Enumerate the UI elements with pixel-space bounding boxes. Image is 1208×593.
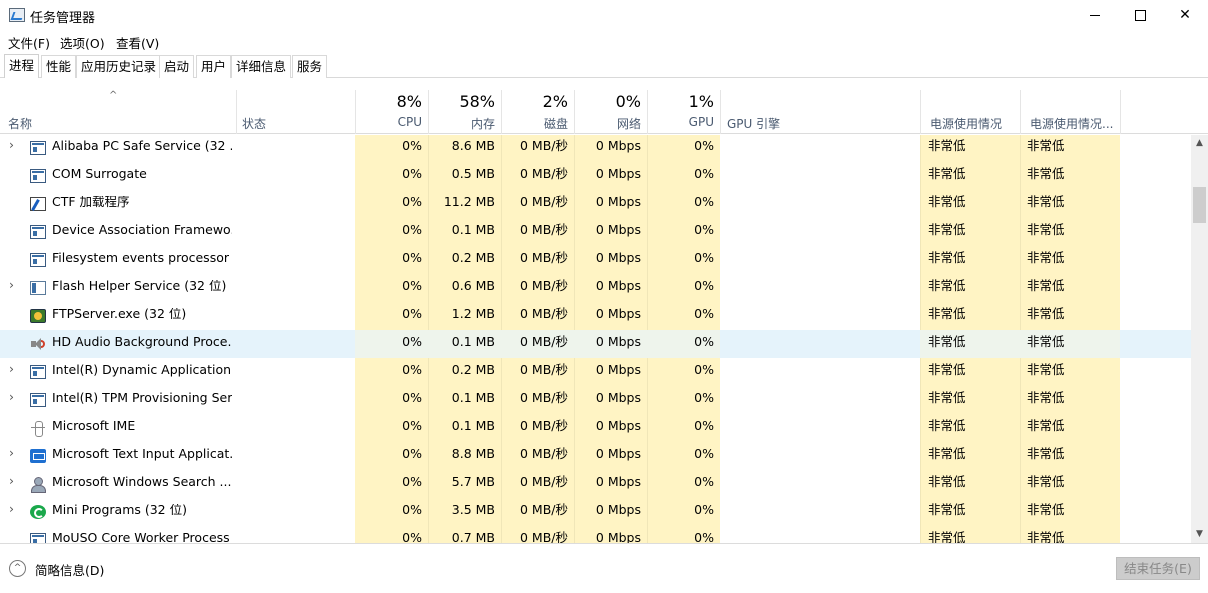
gpu-cell: 0% <box>694 530 714 543</box>
power-trend-cell: 非常低 <box>1027 530 1065 543</box>
tab-services[interactable]: 服务 <box>292 55 328 78</box>
header-cpu[interactable]: CPU <box>356 115 422 129</box>
header-memory[interactable]: 内存 <box>429 115 495 132</box>
maximize-button[interactable] <box>1117 0 1163 30</box>
header-power-usage[interactable]: 电源使用情况 <box>930 115 1002 132</box>
header-power-usage-trend[interactable]: 电源使用情况... <box>1030 115 1113 132</box>
menu-file[interactable]: 文件(F) <box>8 33 50 52</box>
power-usage-cell: 非常低 <box>928 530 966 543</box>
flash-icon <box>30 281 46 295</box>
window-icon <box>30 225 46 239</box>
cpu-cell: 0% <box>402 530 422 543</box>
process-row[interactable]: › Microsoft Windows Search ... 0% 5.7 MB 0 M… <box>0 470 1191 498</box>
header-network[interactable]: 网络 <box>575 115 641 132</box>
header-status[interactable]: 状态 <box>242 115 266 132</box>
minimize-button[interactable] <box>1072 0 1118 30</box>
header-divider <box>236 90 237 134</box>
process-row[interactable]: › Mini Programs (32 位) 0% 3.5 MB 0 MB/秒 0 Mbp… <box>0 498 1191 526</box>
scroll-down-icon[interactable]: ▼ <box>1191 526 1208 543</box>
header-network-percent[interactable]: 0% <box>575 92 641 111</box>
scroll-up-icon[interactable]: ▲ <box>1191 135 1208 152</box>
header-divider <box>1020 90 1021 134</box>
end-task-button[interactable]: 结束任务(E) <box>1116 557 1200 580</box>
header-divider <box>920 90 921 134</box>
task-manager-icon <box>9 8 25 22</box>
speaker-icon <box>30 337 46 351</box>
menu-bar: 文件(F) 选项(O) 查看(V) <box>0 30 1208 52</box>
menu-view[interactable]: 查看(V) <box>116 33 159 52</box>
ime-icon <box>30 421 46 437</box>
mini-programs-icon <box>30 505 46 519</box>
header-divider <box>1120 90 1121 134</box>
process-row[interactable]: › Microsoft Text Input Applicat... 0% 8.8 M… <box>0 442 1191 470</box>
tab-users[interactable]: 用户 <box>196 55 232 78</box>
network-cell: 0 Mbps <box>595 530 641 543</box>
header-cpu-percent[interactable]: 8% <box>356 92 422 111</box>
process-list: › Alibaba PC Safe Service (32 ... 0% 8.6 MB… <box>0 135 1191 543</box>
window-icon <box>30 533 46 543</box>
sort-ascending-icon: ^ <box>109 90 118 101</box>
tab-details[interactable]: 详细信息 <box>231 55 292 78</box>
process-row[interactable]: Device Association Framewo... 0% 0.1 MB 0 M… <box>0 218 1191 246</box>
tab-performance[interactable]: 性能 <box>41 55 77 78</box>
tab-startup[interactable]: 启动 <box>159 55 195 78</box>
process-row[interactable]: HD Audio Background Proce... 0% 0.1 MB 0 MB… <box>0 330 1191 358</box>
fewer-details-link[interactable]: 简略信息(D) <box>35 560 104 579</box>
process-row[interactable]: COM Surrogate 0% 0.5 MB 0 MB/秒 0 Mbps 0% 非常低 非常… <box>0 162 1191 190</box>
process-row[interactable]: FTPServer.exe (32 位) 0% 1.2 MB 0 MB/秒 0 Mbps… <box>0 302 1191 330</box>
header-disk-percent[interactable]: 2% <box>502 92 568 111</box>
tab-processes[interactable]: 进程 <box>4 54 40 78</box>
header-gpu[interactable]: GPU <box>648 115 714 129</box>
window-icon <box>30 365 46 379</box>
chevron-up-icon[interactable]: ^ <box>9 560 26 577</box>
process-row[interactable]: › Flash Helper Service (32 位) 0% 0.6 MB 0 MB… <box>0 274 1191 302</box>
process-row[interactable]: › Alibaba PC Safe Service (32 ... 0% 8.6 MB… <box>0 135 1191 162</box>
process-row[interactable]: › Intel(R) Dynamic Application ... 0% 0.2 M… <box>0 358 1191 386</box>
close-button[interactable]: ✕ <box>1162 0 1208 30</box>
footer-bar: ^ 简略信息(D) 结束任务(E) <box>0 543 1208 593</box>
vertical-scrollbar[interactable]: ▲ ▼ <box>1191 135 1208 543</box>
header-memory-percent[interactable]: 58% <box>429 92 495 111</box>
title-bar: 任务管理器 ✕ <box>0 0 1208 30</box>
process-row[interactable]: MoUSO Core Worker Process 0% 0.7 MB 0 MB/秒 0… <box>0 526 1191 543</box>
search-user-icon <box>30 477 46 493</box>
window-icon <box>30 169 46 183</box>
tab-bar: 进程 性能 应用历史记录 启动 用户 详细信息 服务 <box>0 54 1208 78</box>
disk-cell: 0 MB/秒 <box>520 530 568 543</box>
process-row[interactable]: › Intel(R) TPM Provisioning Ser... 0% 0.1 M… <box>0 386 1191 414</box>
process-row[interactable]: CTF 加载程序 0% 11.2 MB 0 MB/秒 0 Mbps 0% 非常低 非常低 <box>0 190 1191 218</box>
header-disk[interactable]: 磁盘 <box>502 115 568 132</box>
header-gpu-engine[interactable]: GPU 引擎 <box>727 115 780 132</box>
ftp-icon <box>30 309 46 323</box>
window-icon <box>30 393 46 407</box>
window-icon <box>30 253 46 267</box>
keyboard-icon <box>30 449 46 463</box>
window-icon <box>30 141 46 155</box>
scroll-thumb[interactable] <box>1193 187 1206 223</box>
window-title: 任务管理器 <box>30 11 96 26</box>
process-row[interactable]: Filesystem events processor 0% 0.2 MB 0 MB/… <box>0 246 1191 274</box>
ctf-icon <box>30 197 46 211</box>
process-row[interactable]: Microsoft IME 0% 0.1 MB 0 MB/秒 0 Mbps 0% 非常低 非常… <box>0 414 1191 442</box>
header-name[interactable]: 名称 <box>8 115 32 132</box>
header-divider <box>720 90 721 134</box>
header-gpu-percent[interactable]: 1% <box>648 92 714 111</box>
menu-options[interactable]: 选项(O) <box>60 33 105 52</box>
process-name: MoUSO Core Worker Process <box>52 532 230 543</box>
memory-cell: 0.7 MB <box>451 530 495 543</box>
tab-app-history[interactable]: 应用历史记录 <box>76 55 162 78</box>
column-header: ^ 名称 状态 8% CPU 58% 内存 2% 磁盘 0% 网络 1% GPU… <box>0 78 1208 134</box>
